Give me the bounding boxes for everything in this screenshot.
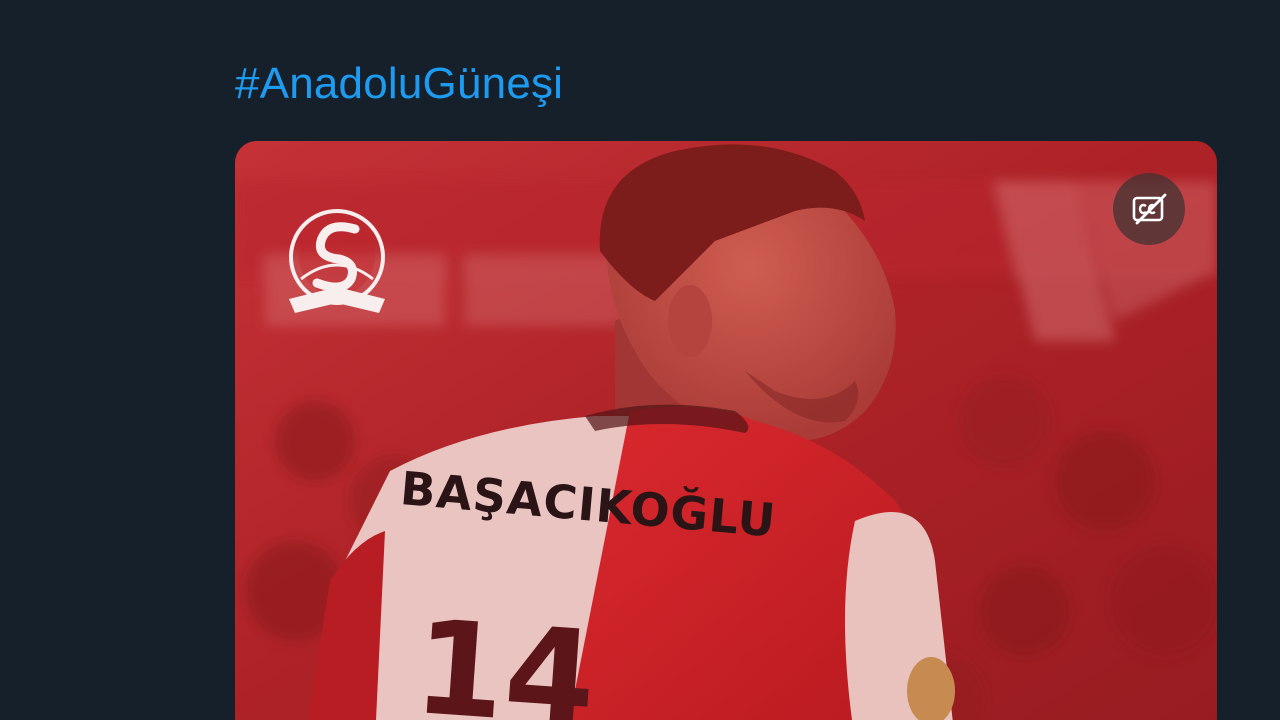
club-logo: [289, 209, 385, 313]
hashtag-link[interactable]: #AnadoluGüneşi: [235, 56, 563, 112]
captions-toggle-button[interactable]: [1113, 173, 1185, 245]
video-player[interactable]: BAŞACIKOĞLU 14: [235, 141, 1217, 720]
jersey-number: 14: [409, 591, 601, 720]
tweet-view: #AnadoluGüneşi BAŞACIKOĞLU 14: [0, 0, 1280, 720]
closed-captions-off-icon: [1132, 193, 1167, 225]
